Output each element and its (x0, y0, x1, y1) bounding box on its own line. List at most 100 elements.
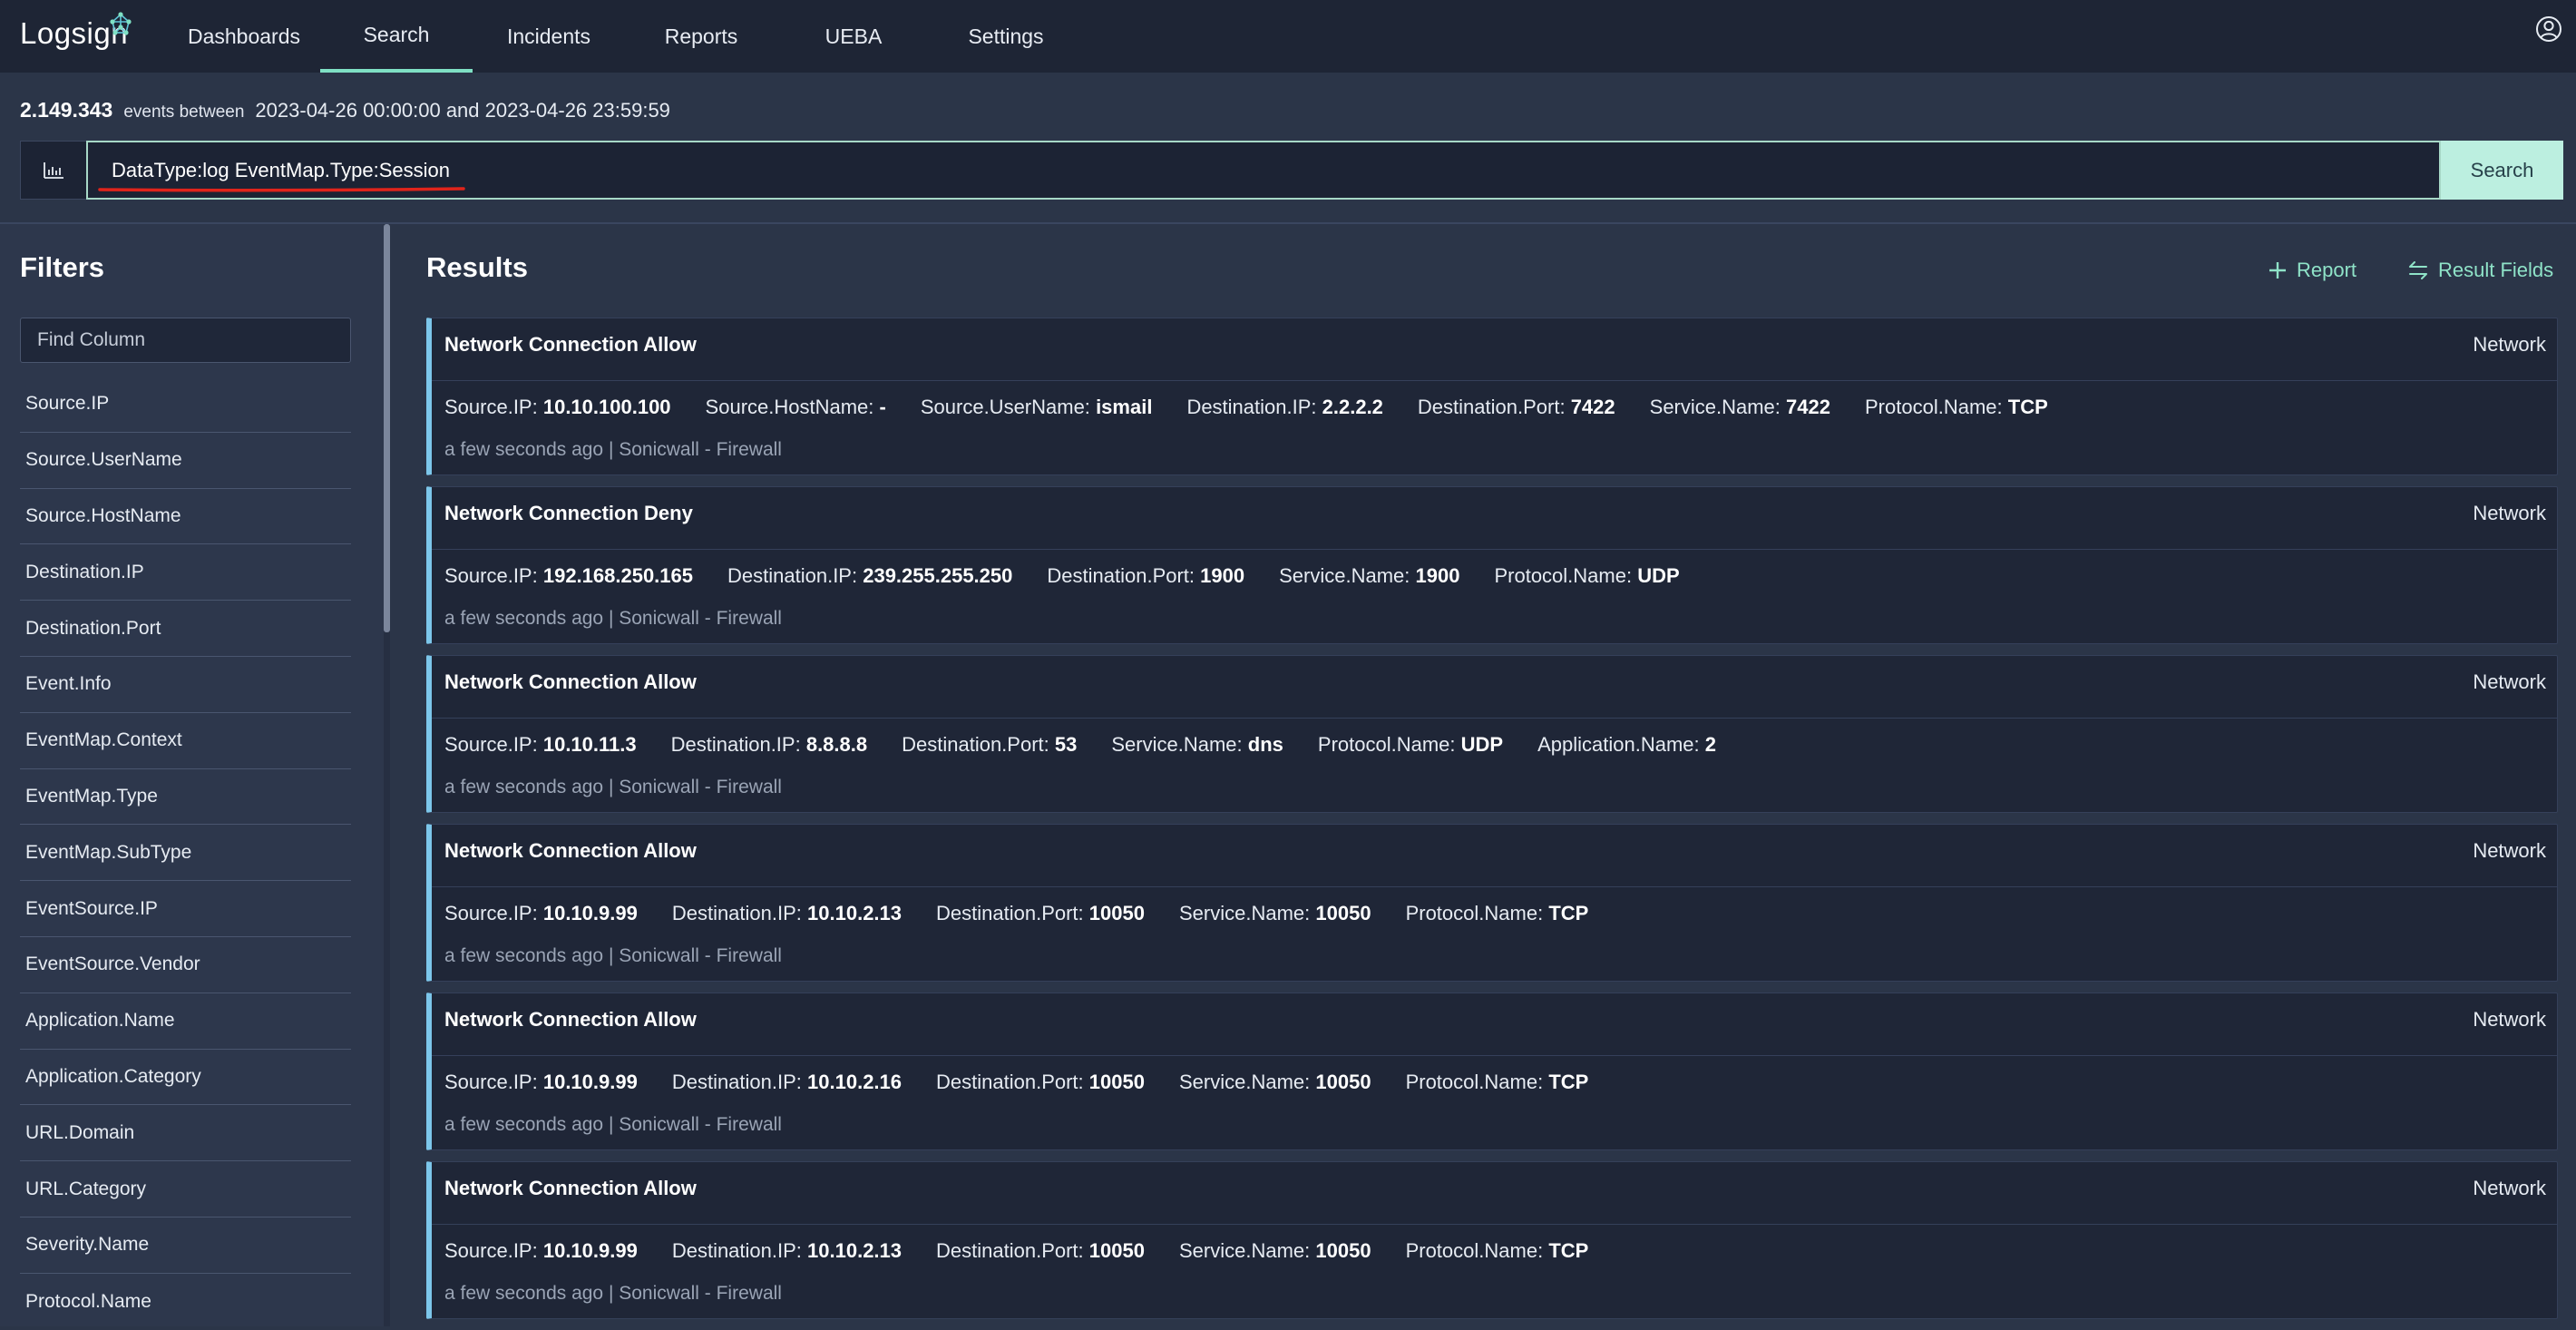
filter-item[interactable]: URL.Category (20, 1161, 351, 1218)
search-button[interactable]: Search (2441, 141, 2563, 200)
field-pair[interactable]: Protocol.Name: TCP (1406, 902, 1589, 929)
field-pair[interactable]: Service.Name: 10050 (1179, 1071, 1371, 1098)
field-value: 10050 (1315, 1239, 1371, 1262)
field-value: 10050 (1088, 902, 1145, 924)
filter-item[interactable]: Source.UserName (20, 433, 351, 489)
field-key: Protocol.Name: (1405, 1071, 1544, 1093)
field-pair[interactable]: Source.IP: 10.10.9.99 (444, 1239, 638, 1266)
event-meta: a few seconds ago | Sonicwall - Firewall (444, 1114, 782, 1135)
nav-incidents[interactable]: Incidents (482, 0, 616, 73)
field-key: Protocol.Name: (1405, 1239, 1544, 1262)
histogram-toggle-button[interactable] (20, 141, 86, 200)
field-pair[interactable]: Source.IP: 192.168.250.165 (444, 564, 693, 592)
field-pair[interactable]: Service.Name: dns (1111, 733, 1283, 760)
field-pair[interactable]: Destination.Port: 1900 (1047, 564, 1244, 592)
filter-item[interactable]: Destination.Port (20, 601, 351, 657)
field-pair[interactable]: Destination.IP: 2.2.2.2 (1186, 396, 1382, 423)
nav-reports[interactable]: Reports (636, 0, 766, 73)
field-key: Source.HostName: (705, 396, 874, 418)
filter-item[interactable]: EventSource.IP (20, 881, 351, 937)
field-pair[interactable]: Source.IP: 10.10.100.100 (444, 396, 671, 423)
field-value: 53 (1054, 733, 1078, 756)
field-pair[interactable]: Destination.Port: 10050 (936, 1239, 1145, 1266)
filter-item[interactable]: URL.Domain (20, 1105, 351, 1162)
field-pair[interactable]: Destination.IP: 10.10.2.13 (672, 1239, 902, 1266)
filter-item[interactable]: Event.Info (20, 657, 351, 713)
filter-item[interactable]: Application.Name (20, 993, 351, 1050)
field-key: Destination.Port: (1417, 396, 1566, 418)
field-pair[interactable]: Source.IP: 10.10.11.3 (444, 733, 637, 760)
field-pair[interactable]: Protocol.Name: UDP (1494, 564, 1679, 592)
result-card[interactable]: Network Connection Allow Network Source.… (426, 824, 2558, 982)
field-pair[interactable]: Destination.Port: 7422 (1418, 396, 1615, 423)
report-label: Report (2297, 259, 2357, 281)
result-card[interactable]: Network Connection Allow Network Source.… (426, 993, 2558, 1150)
filter-item[interactable]: EventMap.SubType (20, 825, 351, 882)
sidebar-scrollbar[interactable] (384, 224, 390, 632)
filter-item[interactable]: EventSource.Vendor (20, 937, 351, 993)
event-title: Network Connection Deny (444, 502, 693, 524)
field-pair[interactable]: Protocol.Name: TCP (1406, 1071, 1589, 1098)
field-pair[interactable]: Destination.IP: 10.10.2.16 (672, 1071, 902, 1098)
nav-ueba[interactable]: UEBA (798, 0, 909, 73)
nav-dashboards[interactable]: Dashboards (176, 0, 312, 73)
plus-icon (2269, 262, 2286, 279)
field-pair[interactable]: Source.UserName: ismail (921, 396, 1153, 423)
user-account-icon[interactable] (2534, 15, 2563, 44)
field-key: Service.Name: (1178, 1071, 1311, 1093)
event-category: Network (2473, 1008, 2546, 1031)
filter-column-list: Source.IP Source.UserName Source.HostNam… (20, 377, 351, 1330)
time-range[interactable]: 2023-04-26 00:00:00 and 2023-04-26 23:59… (255, 99, 670, 122)
field-pair[interactable]: Destination.IP: 239.255.255.250 (727, 564, 1012, 592)
field-pair[interactable]: Protocol.Name: UDP (1318, 733, 1503, 760)
field-pair[interactable]: Application.Name: 2 (1537, 733, 1716, 760)
field-pair[interactable]: Service.Name: 10050 (1179, 902, 1371, 929)
filter-item[interactable]: Protocol.Name (20, 1274, 351, 1330)
filter-item[interactable]: Severity.Name (20, 1218, 351, 1274)
result-card[interactable]: Network Connection Allow Network Source.… (426, 318, 2558, 475)
search-query-input[interactable] (112, 158, 2379, 182)
filter-item[interactable]: Source.HostName (20, 489, 351, 545)
field-pair[interactable]: Destination.Port: 10050 (936, 902, 1145, 929)
nav-search[interactable]: Search (320, 0, 473, 73)
result-fields-button[interactable]: Result Fields (2407, 256, 2553, 285)
field-pair[interactable]: Source.IP: 10.10.9.99 (444, 902, 638, 929)
field-pair[interactable]: Service.Name: 1900 (1279, 564, 1459, 592)
field-value: TCP (1548, 1239, 1589, 1262)
field-value: TCP (2007, 396, 2048, 418)
field-pair[interactable]: Destination.IP: 10.10.2.13 (672, 902, 902, 929)
brand-logo[interactable]: Logsign (20, 11, 132, 56)
filter-item[interactable]: Source.IP (20, 377, 351, 433)
field-key: Destination.IP: (671, 902, 802, 924)
find-column-input[interactable] (20, 318, 351, 363)
field-pair[interactable]: Source.HostName: - (706, 396, 886, 423)
event-fields: Source.IP: 10.10.9.99 Destination.IP: 10… (444, 902, 1588, 929)
nav-settings[interactable]: Settings (940, 0, 1072, 73)
field-pair[interactable]: Protocol.Name: TCP (1865, 396, 2048, 423)
filter-item[interactable]: EventMap.Context (20, 713, 351, 769)
field-key: Protocol.Name: (1317, 733, 1456, 756)
field-pair[interactable]: Service.Name: 10050 (1179, 1239, 1371, 1266)
event-fields: Source.IP: 10.10.9.99 Destination.IP: 10… (444, 1071, 1588, 1098)
field-key: Service.Name: (1178, 902, 1311, 924)
field-pair[interactable]: Destination.IP: 8.8.8.8 (671, 733, 867, 760)
filter-item[interactable]: Application.Category (20, 1050, 351, 1106)
result-card[interactable]: Network Connection Allow Network Source.… (426, 655, 2558, 813)
filter-item[interactable]: Destination.IP (20, 544, 351, 601)
field-value: 2 (1704, 733, 1717, 756)
result-card[interactable]: Network Connection Allow Network Source.… (426, 1161, 2558, 1319)
field-key: Source.IP: (444, 396, 538, 418)
result-card[interactable]: Network Connection Deny Network Source.I… (426, 486, 2558, 644)
field-key: Destination.Port: (936, 902, 1084, 924)
event-category: Network (2473, 1177, 2546, 1199)
field-pair[interactable]: Service.Name: 7422 (1650, 396, 1830, 423)
field-pair[interactable]: Source.IP: 10.10.9.99 (444, 1071, 638, 1098)
field-pair[interactable]: Destination.Port: 10050 (936, 1071, 1145, 1098)
field-value: 2.2.2.2 (1322, 396, 1383, 418)
filter-item[interactable]: EventMap.Type (20, 769, 351, 826)
field-pair[interactable]: Destination.Port: 53 (902, 733, 1077, 760)
field-value: 10050 (1088, 1239, 1145, 1262)
field-pair[interactable]: Protocol.Name: TCP (1406, 1239, 1589, 1266)
query-highlight-underline (98, 187, 465, 192)
report-button[interactable]: Report (2268, 256, 2356, 285)
